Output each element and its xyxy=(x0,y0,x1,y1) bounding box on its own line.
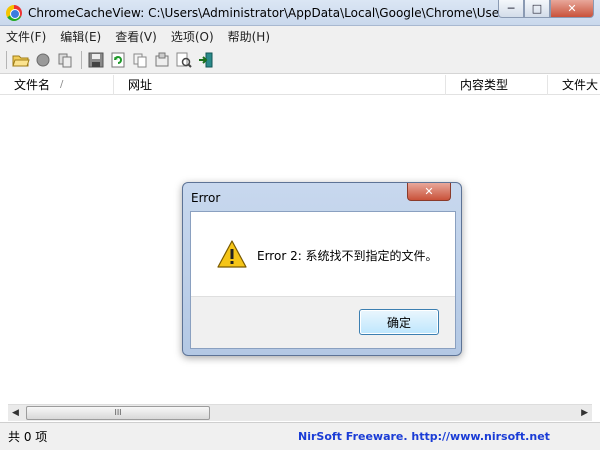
dialog-title: Error xyxy=(191,191,221,205)
save-icon[interactable] xyxy=(87,51,105,69)
column-label: 网址 xyxy=(128,78,153,92)
menu-view[interactable]: 查看(V) xyxy=(115,28,157,45)
menu-help[interactable]: 帮助(H) xyxy=(228,28,270,45)
refresh-icon[interactable] xyxy=(109,51,127,69)
minimize-button[interactable]: ─ xyxy=(498,0,524,18)
window-title: ChromeCacheView: C:\Users\Administrator\… xyxy=(28,5,508,20)
exit-icon[interactable] xyxy=(197,51,215,69)
menu-edit[interactable]: 编辑(E) xyxy=(60,28,101,45)
scroll-right-arrow[interactable]: ▶ xyxy=(581,408,588,418)
copy-icon[interactable] xyxy=(131,51,149,69)
item-count: 共 0 项 xyxy=(8,430,48,444)
column-label: 内容类型 xyxy=(460,78,509,92)
toolbar xyxy=(0,46,600,74)
nirsoft-link[interactable]: NirSoft Freeware. http://www.nirsoft.net xyxy=(298,430,550,443)
app-icon xyxy=(6,4,22,21)
properties-icon[interactable] xyxy=(153,51,171,69)
list-header: 文件名 / 网址 内容类型 文件大 xyxy=(0,75,600,95)
stop-icon[interactable] xyxy=(34,51,52,69)
open-folder-icon[interactable] xyxy=(12,51,30,69)
dialog-message-row: Error 2: 系统找不到指定的文件。 xyxy=(217,240,438,271)
column-label: 文件名 xyxy=(14,78,51,92)
dialog-footer: 确定 xyxy=(191,296,455,348)
menu-options[interactable]: 选项(O) xyxy=(171,28,214,45)
toolbar-separator xyxy=(81,50,82,69)
title-bar[interactable]: ChromeCacheView: C:\Users\Administrator\… xyxy=(0,0,600,26)
column-header-file-size[interactable]: 文件大 xyxy=(548,75,600,95)
column-header-url[interactable]: 网址 xyxy=(114,75,446,95)
dialog-close-button[interactable]: ✕ xyxy=(407,183,451,201)
find-icon[interactable] xyxy=(175,51,193,69)
menu-bar: 文件(F) 编辑(E) 查看(V) 选项(O) 帮助(H) xyxy=(0,26,600,46)
copy-files-icon[interactable] xyxy=(56,51,74,69)
column-label: 文件大 xyxy=(562,78,599,92)
maximize-button[interactable]: □ xyxy=(524,0,550,18)
window-controls: ─ □ ✕ xyxy=(498,0,594,18)
scroll-left-arrow[interactable]: ◀ xyxy=(12,408,19,418)
status-bar: 共 0 项 NirSoft Freeware. http://www.nirso… xyxy=(0,422,600,450)
warning-icon xyxy=(217,240,247,271)
column-header-content-type[interactable]: 内容类型 xyxy=(446,75,548,95)
close-button[interactable]: ✕ xyxy=(550,0,594,18)
menu-file[interactable]: 文件(F) xyxy=(6,28,46,45)
scroll-thumb[interactable]: III xyxy=(26,406,210,420)
dialog-body: Error 2: 系统找不到指定的文件。 确定 xyxy=(190,211,456,349)
dialog-message: Error 2: 系统找不到指定的文件。 xyxy=(257,249,438,263)
toolbar-separator xyxy=(6,50,7,69)
ok-button[interactable]: 确定 xyxy=(359,309,439,335)
horizontal-scrollbar[interactable]: ◀ III ▶ xyxy=(8,404,592,421)
error-dialog: Error ✕ Error 2: 系统找不到指定的文件。 确定 xyxy=(182,182,462,356)
sort-indicator: / xyxy=(60,79,64,90)
column-header-filename[interactable]: 文件名 / xyxy=(0,75,114,95)
